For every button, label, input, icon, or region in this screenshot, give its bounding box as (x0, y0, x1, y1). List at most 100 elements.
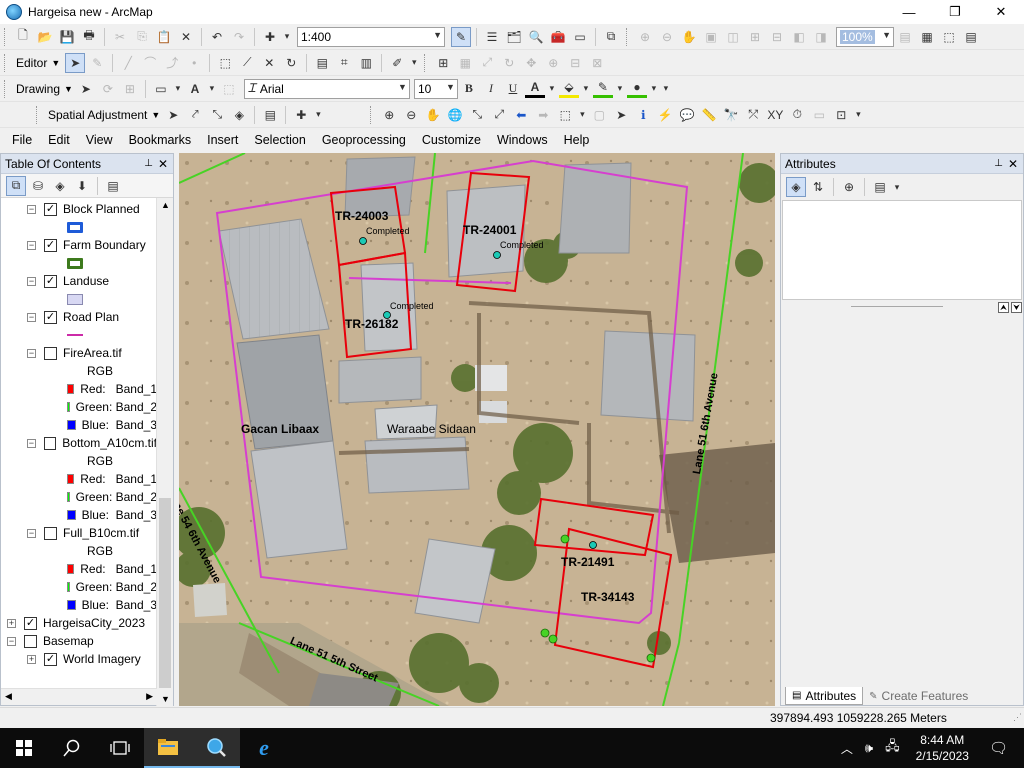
layer-visibility-checkbox[interactable]: ✓ (44, 274, 57, 288)
catalog-icon[interactable]: 🗂 (504, 27, 524, 47)
toc-row[interactable] (1, 290, 157, 308)
tab-attributes[interactable]: ▤ Attributes (785, 687, 864, 705)
zoom-whole-page-icon[interactable]: ▣ (701, 27, 721, 47)
arcmap-taskbar-icon[interactable] (192, 728, 240, 768)
zoom-to-feature-icon[interactable]: ⊕ (839, 177, 859, 197)
layer-visibility-checkbox[interactable]: ✓ (44, 652, 57, 666)
toc-row[interactable]: − ✓ Block Planned (1, 200, 157, 218)
zoom-100-icon[interactable]: ◫ (723, 27, 743, 47)
toc-row[interactable]: + ✓ HargeisaCity_2023 (1, 614, 157, 632)
internet-explorer-icon[interactable]: e (240, 728, 288, 768)
map-view[interactable]: TR-24003 TR-24001 TR-26182 TR-21491 TR-3… (179, 153, 775, 706)
list-by-drawing-order-icon[interactable]: ⧉ (6, 175, 26, 196)
toc-hscrollbar[interactable]: ◀ ▶ (1, 688, 157, 705)
collapse-icon[interactable]: − (27, 438, 36, 448)
network-icon[interactable]: 🖧 (879, 737, 906, 759)
italic-button[interactable]: I (481, 79, 501, 99)
scroll-thumb[interactable] (159, 498, 171, 688)
toolbar-grip[interactable] (4, 27, 8, 46)
edit-annotation-icon[interactable]: ✎ (87, 53, 107, 73)
delete-icon[interactable]: ✕ (176, 27, 196, 47)
new-document-icon[interactable]: 🗋 (13, 27, 33, 47)
toolbar-grip[interactable] (4, 53, 8, 72)
pan-icon[interactable]: ✋ (423, 105, 443, 125)
scroll-down-icon[interactable]: ▼ (161, 694, 170, 704)
tab-create-features[interactable]: ✎ Create Features (863, 687, 974, 705)
speaker-icon[interactable]: 🕪 (859, 740, 879, 756)
toc-row[interactable]: − Bottom_A10cm.tif (1, 434, 157, 452)
drawing-menu[interactable]: Drawing (12, 82, 64, 96)
select-elements-icon[interactable]: ➤ (611, 105, 631, 125)
toc-row[interactable]: − ✓ Farm Boundary (1, 236, 157, 254)
go-to-xy-icon[interactable]: XY (765, 105, 785, 125)
end-point-arc-icon[interactable]: ⌒ (140, 53, 160, 73)
fixed-zoom-out-icon[interactable]: ⤢ (489, 105, 509, 125)
expand-up-icon[interactable]: ⮝ (998, 302, 1009, 313)
line-color-icon[interactable]: ✎ (592, 80, 613, 98)
toc-scrollbar[interactable]: ▲ ▼ (156, 198, 173, 706)
list-by-visibility-icon[interactable]: ◈ (50, 176, 70, 196)
toc-row[interactable]: − FireArea.tif (1, 344, 157, 362)
maximize-button[interactable]: ❐ (932, 0, 978, 24)
pin-icon[interactable]: ⊥ (994, 158, 1003, 169)
fixed-zoom-out-icon[interactable]: ⊟ (767, 27, 787, 47)
edit-vertices-icon[interactable]: ⬚ (215, 53, 235, 73)
python-window-icon[interactable]: ▭ (570, 27, 590, 47)
toc-row[interactable]: − Full_B10cm.tif (1, 524, 157, 542)
layout-zoom-in-icon[interactable]: ⊕ (635, 27, 655, 47)
font-color-button[interactable]: A (524, 80, 545, 98)
toc-row[interactable]: − Basemap (1, 632, 157, 650)
chevron-up-icon[interactable]: ︿ (835, 740, 859, 757)
modify-link-icon[interactable]: ⤡ (207, 105, 227, 125)
toc-row[interactable]: Blue: Band_3 (1, 416, 157, 434)
select-features-icon[interactable]: ⬚ (555, 105, 575, 125)
select-elements-icon[interactable]: ➤ (76, 79, 96, 99)
add-control-points-icon[interactable]: ⊕ (543, 53, 563, 73)
layer-visibility-checkbox[interactable] (24, 634, 37, 648)
edit-tool-icon[interactable]: ➤ (65, 52, 86, 73)
chevron-down-icon[interactable]: ▾ (581, 79, 591, 99)
close-button[interactable]: ✕ (978, 0, 1024, 24)
toc-row[interactable]: RGB (1, 542, 157, 560)
layer-visibility-checkbox[interactable] (44, 526, 57, 540)
measure-icon[interactable]: 📏 (699, 105, 719, 125)
underline-button[interactable]: U (503, 79, 523, 99)
chevron-down-icon[interactable]: ▾ (615, 79, 625, 99)
edit-vertices-icon[interactable]: ⬚ (219, 79, 239, 99)
toolbar-grip[interactable] (36, 105, 40, 124)
taskbar-clock[interactable]: 8:44 AM 2/15/2023 (906, 732, 979, 764)
add-data-dropdown-icon[interactable]: ▾ (282, 27, 292, 47)
pin-icon[interactable]: ⊥ (144, 158, 153, 169)
create-viewer-window-icon[interactable]: ▭ (809, 105, 829, 125)
layer-visibility-checkbox[interactable]: ✓ (44, 238, 57, 252)
zoom-out-icon[interactable]: ⊖ (401, 105, 421, 125)
toolbar-options-icon[interactable]: ▾ (409, 53, 419, 73)
toc-row[interactable]: Green: Band_2 (1, 398, 157, 416)
toc-row[interactable]: + ✓ World Imagery (1, 650, 157, 668)
find-route-icon[interactable]: ⤱ (743, 105, 763, 125)
new-displacement-link-icon[interactable]: ⤤ (185, 105, 205, 125)
collapse-icon[interactable]: − (27, 276, 36, 286)
toolbar-options-icon[interactable]: ▾ (853, 105, 863, 125)
hyperlink-icon[interactable]: 💬 (677, 105, 697, 125)
search-window-icon[interactable]: 🔍 (526, 27, 546, 47)
next-extent-icon[interactable]: ◨ (811, 27, 831, 47)
clear-selection-icon[interactable]: ▢ (589, 105, 609, 125)
straight-segment-icon[interactable]: ╱ (118, 53, 138, 73)
attributes-options-icon[interactable]: ▤ (870, 177, 890, 197)
model-builder-icon[interactable]: ⧉ (601, 27, 621, 47)
create-features-icon[interactable]: ▥ (356, 53, 376, 73)
toc-options-icon[interactable]: ▤ (103, 176, 123, 196)
menu-geoprocessing[interactable]: Geoprocessing (314, 133, 414, 147)
toc-row[interactable] (1, 254, 157, 272)
collapse-icon[interactable]: − (27, 528, 36, 538)
go-forward-icon[interactable]: ➡ (533, 105, 553, 125)
resize-grip-icon[interactable]: ⋰ (1013, 712, 1022, 723)
time-slider-icon[interactable]: ⏱ (787, 105, 807, 125)
windows-start-icon[interactable] (0, 728, 48, 768)
font-size-combo[interactable]: 10 ▼ (413, 78, 458, 99)
fixed-zoom-in-icon[interactable]: ⊞ (745, 27, 765, 47)
copy-icon[interactable]: ⎘ (132, 27, 152, 47)
editor-options-icon[interactable]: ✐ (387, 53, 407, 73)
task-view-icon[interactable] (96, 728, 144, 768)
